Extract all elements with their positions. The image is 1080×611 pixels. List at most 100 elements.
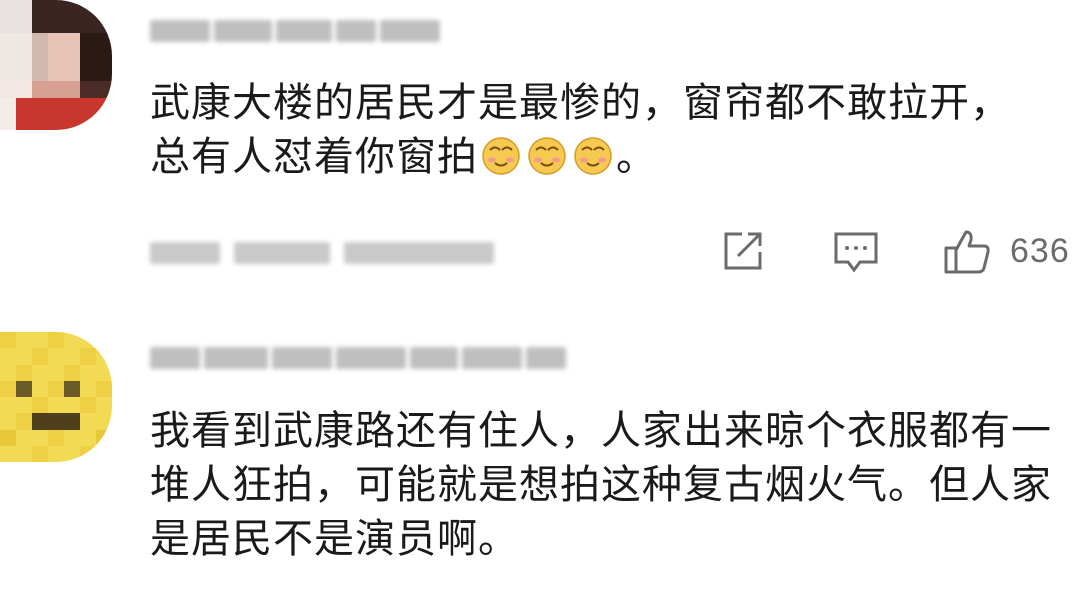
avatar-pixel	[32, 332, 48, 349]
avatar-pixel	[48, 65, 64, 82]
avatar-pixel	[80, 32, 96, 49]
avatar-pixel	[80, 413, 96, 430]
avatar[interactable]	[0, 332, 112, 462]
avatar-pixel	[48, 429, 64, 446]
avatar-pixel	[0, 0, 16, 17]
avatar-pixel	[16, 0, 32, 17]
avatar-pixel	[48, 413, 64, 430]
avatar-pixel	[80, 48, 96, 65]
avatar-pixel	[0, 380, 16, 397]
avatar-pixel	[0, 429, 16, 446]
avatar-pixel	[32, 397, 48, 414]
avatar-pixel	[64, 380, 80, 397]
avatar-pixel	[64, 348, 80, 365]
avatar-pixel	[64, 413, 80, 430]
avatar-pixel	[16, 65, 32, 82]
avatar-pixel	[32, 364, 48, 381]
avatar-pixel	[32, 348, 48, 365]
avatar-pixel	[16, 97, 32, 114]
username-blurred[interactable]	[150, 343, 566, 373]
avatar-pixel	[64, 445, 80, 462]
avatar-pixel	[16, 380, 32, 397]
avatar-pixel	[32, 16, 48, 33]
avatar-pixel	[0, 348, 16, 365]
avatar-pixel	[0, 445, 16, 462]
share-button[interactable]	[720, 226, 766, 276]
avatar-pixel	[96, 97, 112, 114]
avatar-pixel	[80, 16, 96, 33]
avatar-pixel	[64, 48, 80, 65]
avatar-pixel	[16, 413, 32, 430]
share-icon	[720, 228, 766, 274]
avatar-mosaic	[0, 332, 112, 462]
avatar-pixel	[80, 113, 96, 130]
avatar-pixel	[48, 32, 64, 49]
avatar-pixel	[48, 48, 64, 65]
avatar-pixel	[64, 429, 80, 446]
avatar-pixel	[96, 429, 112, 446]
comment-item: 我看到武康路还有住人，人家出来晾个衣服都有一堆人狂拍，可能就是想拍这种复古烟火气…	[0, 320, 1080, 611]
like-button[interactable]: 636	[942, 226, 1070, 276]
avatar-pixel	[16, 348, 32, 365]
avatar-pixel	[16, 16, 32, 33]
avatar-pixel	[16, 332, 32, 349]
avatar-pixel	[32, 113, 48, 130]
avatar-pixel	[32, 429, 48, 446]
avatar-pixel	[80, 0, 96, 17]
avatar-pixel	[96, 81, 112, 98]
avatar-pixel	[32, 445, 48, 462]
comment-item: 武康大楼的居民才是最惨的，窗帘都不敢拉开，总有人怼着你窗拍。 636	[0, 0, 1080, 300]
avatar-pixel	[32, 32, 48, 49]
comment-icon	[832, 228, 880, 274]
avatar-pixel	[64, 0, 80, 17]
awkward-smile-emoji	[527, 136, 567, 176]
avatar-pixel	[0, 32, 16, 49]
avatar-pixel	[0, 81, 16, 98]
avatar-pixel	[80, 397, 96, 414]
avatar-pixel	[16, 364, 32, 381]
avatar-pixel	[0, 332, 16, 349]
avatar-pixel	[48, 332, 64, 349]
avatar-pixel	[96, 16, 112, 33]
avatar-pixel	[32, 97, 48, 114]
avatar-pixel	[64, 332, 80, 349]
avatar-pixel	[48, 81, 64, 98]
avatar-pixel	[0, 48, 16, 65]
avatar-pixel	[64, 397, 80, 414]
avatar-pixel	[80, 348, 96, 365]
avatar-pixel	[0, 97, 16, 114]
avatar-pixel	[96, 48, 112, 65]
avatar-pixel	[48, 0, 64, 17]
avatar-pixel	[64, 113, 80, 130]
avatar-pixel	[64, 65, 80, 82]
username-blurred[interactable]	[150, 16, 442, 46]
avatar-pixel	[48, 445, 64, 462]
avatar-pixel	[0, 113, 16, 130]
avatar-pixel	[80, 97, 96, 114]
avatar-pixel	[48, 113, 64, 130]
awkward-smile-emoji	[573, 136, 613, 176]
avatar-pixel	[96, 113, 112, 130]
like-count: 636	[1010, 231, 1070, 270]
avatar-pixel	[64, 32, 80, 49]
avatar-pixel	[16, 48, 32, 65]
avatar-pixel	[96, 380, 112, 397]
avatar-pixel	[48, 348, 64, 365]
avatar-pixel	[80, 81, 96, 98]
thumbs-up-icon	[942, 226, 992, 276]
comment-meta-blurred	[150, 236, 494, 270]
avatar-pixel	[0, 364, 16, 381]
avatar-pixel	[96, 364, 112, 381]
avatar-pixel	[32, 81, 48, 98]
avatar-pixel	[80, 445, 96, 462]
avatar-pixel	[80, 332, 96, 349]
reply-button[interactable]	[832, 226, 880, 276]
avatar-pixel	[48, 97, 64, 114]
comment-text-end: 。	[616, 134, 657, 180]
avatar-pixel	[80, 65, 96, 82]
avatar-pixel	[16, 397, 32, 414]
avatar[interactable]	[0, 0, 112, 130]
avatar-pixel	[96, 397, 112, 414]
awkward-smile-emoji	[481, 136, 521, 176]
avatar-pixel	[48, 397, 64, 414]
